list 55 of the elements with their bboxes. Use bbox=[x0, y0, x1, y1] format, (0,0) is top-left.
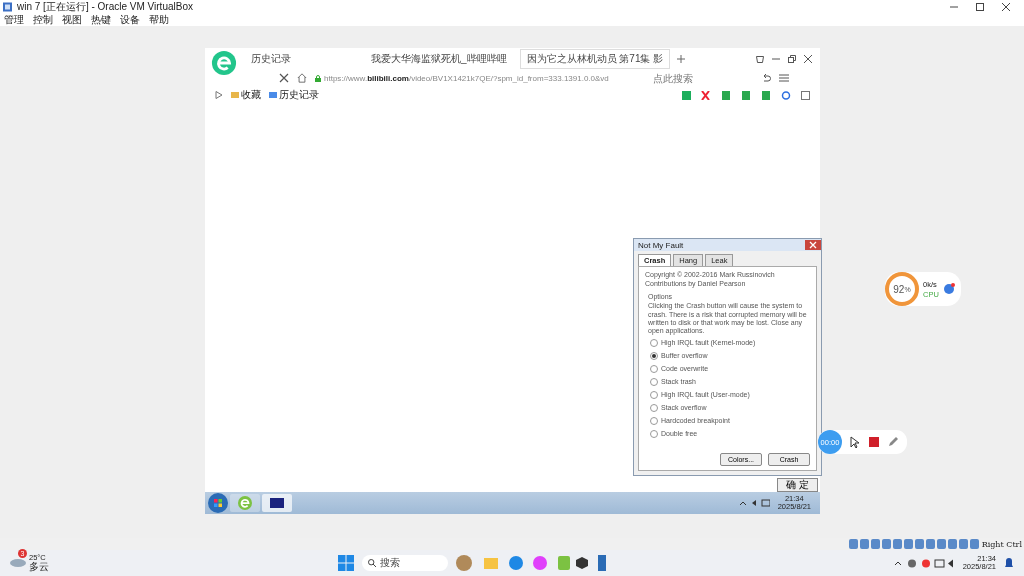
menu-item[interactable]: 设备 bbox=[120, 12, 140, 27]
ok-button[interactable]: 确 定 bbox=[777, 478, 818, 492]
app-icons-drawing[interactable] bbox=[455, 555, 606, 571]
browser-tab[interactable]: 历史记录 bbox=[245, 50, 357, 68]
radio-button[interactable] bbox=[650, 338, 658, 347]
notification-icon[interactable] bbox=[1004, 558, 1014, 568]
tray-icons-drawing[interactable] bbox=[739, 499, 770, 507]
expand-icon[interactable] bbox=[215, 91, 223, 99]
start-icon[interactable] bbox=[337, 555, 354, 571]
radio-button[interactable] bbox=[650, 377, 658, 386]
taskbar-app[interactable] bbox=[262, 494, 292, 512]
search-field[interactable]: 点此搜索 bbox=[643, 72, 753, 84]
bookmark[interactable]: 收藏 bbox=[231, 88, 261, 102]
radio-button[interactable] bbox=[650, 429, 658, 438]
close-icon[interactable] bbox=[804, 55, 812, 63]
menu-item[interactable]: 帮助 bbox=[149, 12, 169, 27]
new-tab-icon[interactable] bbox=[677, 55, 686, 63]
browser-tab[interactable]: 我爱大华海监狱死机_哔哩哔哩 bbox=[365, 50, 513, 68]
close-icon[interactable] bbox=[805, 240, 821, 250]
address-field[interactable]: https://www.bilibili.com/video/BV1X1421k7QE/?spm_id_from=333.1391.0.0&vd bbox=[315, 73, 635, 83]
dialog-title: Not My Fault bbox=[638, 240, 684, 250]
home-icon[interactable] bbox=[297, 73, 307, 83]
menu-item[interactable]: 管理 bbox=[4, 12, 24, 27]
cursor-icon[interactable] bbox=[849, 436, 861, 448]
search-field[interactable]: 搜索 bbox=[361, 555, 448, 571]
start-icon[interactable] bbox=[208, 493, 228, 513]
bag-icon[interactable] bbox=[756, 55, 764, 63]
menu-item[interactable]: 控制 bbox=[33, 12, 53, 27]
minimize-icon[interactable] bbox=[772, 55, 780, 63]
radio-button[interactable] bbox=[650, 364, 658, 373]
radio-button[interactable] bbox=[650, 351, 658, 360]
app-icon bbox=[3, 1, 13, 12]
close-icon[interactable] bbox=[1002, 2, 1010, 11]
window-title: win 7 [正在运行] - Oracle VM VirtualBox bbox=[17, 0, 193, 14]
tray-icons-drawing[interactable] bbox=[894, 558, 955, 568]
weather-icon bbox=[10, 559, 26, 567]
menu-item[interactable]: 视图 bbox=[62, 12, 82, 27]
bookmark[interactable]: 历史记录 bbox=[269, 88, 319, 102]
stop-icon[interactable] bbox=[279, 73, 289, 83]
lock-icon bbox=[315, 74, 321, 82]
undo-icon[interactable] bbox=[761, 73, 771, 83]
radio-button[interactable] bbox=[650, 403, 658, 412]
radio-button[interactable] bbox=[650, 390, 658, 399]
pen-icon[interactable] bbox=[887, 436, 899, 448]
window-icon bbox=[270, 498, 284, 508]
host-key-text: Right Ctrl bbox=[981, 539, 1022, 549]
weather-text: 多云 bbox=[29, 561, 49, 573]
menu-item[interactable]: 热键 bbox=[91, 12, 111, 27]
stop-icon[interactable] bbox=[868, 436, 880, 448]
search-icon bbox=[367, 559, 376, 567]
menu-icon[interactable] bbox=[779, 73, 789, 83]
restore-icon[interactable] bbox=[788, 55, 796, 63]
browser-icon bbox=[238, 496, 252, 510]
radio-button[interactable] bbox=[650, 416, 658, 425]
maximize-icon[interactable] bbox=[976, 2, 984, 11]
